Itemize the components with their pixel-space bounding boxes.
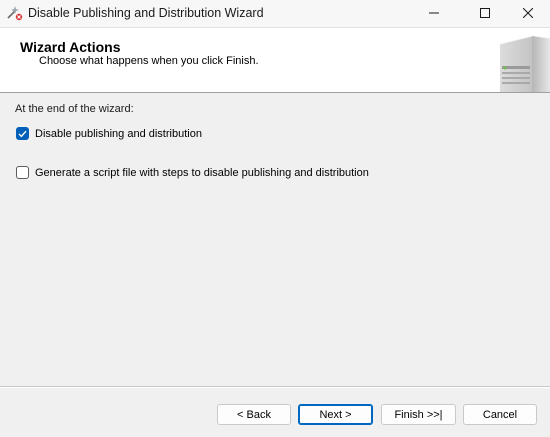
- disable-publishing-checkbox[interactable]: [16, 127, 29, 140]
- section-label: At the end of the wizard:: [15, 103, 134, 115]
- title-bar: Disable Publishing and Distribution Wiza…: [0, 0, 550, 28]
- page-title: Wizard Actions: [20, 39, 121, 55]
- footer-divider: [0, 386, 550, 388]
- generate-script-label: Generate a script file with steps to dis…: [35, 166, 369, 179]
- minimize-icon: [429, 7, 439, 21]
- cancel-button[interactable]: Cancel: [463, 404, 537, 425]
- close-icon: [522, 7, 534, 21]
- back-button[interactable]: < Back: [217, 404, 291, 425]
- server-icon: [492, 28, 550, 92]
- finish-button[interactable]: Finish >>|: [381, 404, 456, 425]
- maximize-button[interactable]: [462, 0, 508, 27]
- generate-script-option[interactable]: Generate a script file with steps to dis…: [16, 166, 369, 179]
- window-title: Disable Publishing and Distribution Wiza…: [28, 6, 264, 20]
- disable-publishing-label: Disable publishing and distribution: [35, 127, 202, 140]
- disable-publishing-option[interactable]: Disable publishing and distribution: [16, 127, 202, 140]
- close-button[interactable]: [505, 0, 550, 27]
- wizard-wand-icon: [5, 5, 23, 21]
- wizard-header: Wizard Actions Choose what happens when …: [0, 28, 550, 93]
- generate-script-checkbox[interactable]: [16, 166, 29, 179]
- page-subtitle: Choose what happens when you click Finis…: [39, 55, 259, 67]
- next-button[interactable]: Next >: [298, 404, 373, 425]
- maximize-icon: [480, 7, 490, 21]
- minimize-button[interactable]: [411, 0, 457, 27]
